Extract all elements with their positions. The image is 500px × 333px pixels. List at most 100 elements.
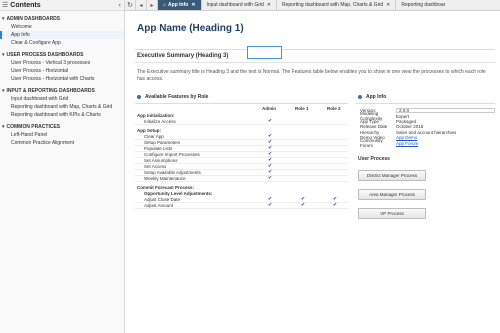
check-icon: ✔ [301,202,306,208]
app-info-panel-title: App Info [366,94,387,100]
divider [135,62,495,63]
app-info-row: Modeling Complexity Expert [356,111,495,121]
app-info-value: Packaged [396,118,417,124]
column-header-role-2: Role 2 [327,106,341,111]
tab-label: Reporting dashboar [401,2,446,8]
collapse-bullet-icon[interactable] [358,95,362,99]
tab-reporting-kpi[interactable]: Reporting dashboar [396,0,450,10]
divider [356,103,495,104]
sidebar-section-header[interactable]: ▾ COMMON PRACTICES [0,123,124,131]
close-icon[interactable]: ✕ [191,2,195,8]
tab-reporting-map[interactable]: Reporting dashboard with Map, Charts & G… [277,0,397,10]
executive-summary-text: The Executive summary title is Heading 3… [137,69,486,82]
app-info-key: Hierarchy [360,129,380,135]
sidebar-item[interactable]: Input dashboard with Grid [0,95,124,103]
sidebar-item[interactable]: App Info [0,31,124,39]
app-info-value: October 2015 [396,124,424,130]
sidebar-section-header[interactable]: ▾ ADMIN DASHBOARDS [0,15,124,23]
sidebar-section-header[interactable]: ▾ USER PROCESS DASHBOARDS [0,51,124,59]
column-header-admin: Admin [262,106,276,111]
feature-label: Configure Import Processes [144,152,200,157]
user-process-button[interactable]: Area Manager Process [358,188,426,200]
app-info-row: Hierarchy Sales and account hierarchies [356,130,495,135]
features-panel-title: Available Features by Role [145,94,209,100]
main-content: App Name (Heading 1) Executive Summary (… [125,11,500,333]
check-icon: ✔ [268,202,273,208]
check-icon: ✔ [268,175,273,181]
app-info-panel: App Info Version: 2.0.0 Modeling Complexit… [356,93,495,219]
app-info-row: Community Forum App Forum [356,138,495,148]
collapse-chevron-icon[interactable]: ‹ [119,2,121,9]
sidebar-section-title: ADMIN DASHBOARDS [6,16,61,22]
sidebar-item[interactable]: Reporting dashboard with KPIs & Charts [0,111,124,119]
app-info-key: App Type [360,118,379,124]
feature-label: Clear App [144,134,164,139]
sidebar-item[interactable]: User Process - Horizontal [0,67,124,75]
tab-label: Reporting dashboard with Map, Charts & G… [281,2,384,8]
feature-label: Populate Lists [144,146,173,151]
sidebar-item[interactable]: Welcome [0,23,124,31]
user-process-button[interactable]: VP Process [358,207,426,219]
feature-row: Weekly Maintenance ✔ [135,175,348,182]
chevron-down-icon: ▾ [2,88,5,94]
feature-label: Initialize Access [144,119,176,124]
features-panel: Available Features by Role Admin Role 1 … [135,93,348,209]
feature-row: Initialize Access ✔ [135,118,348,125]
refresh-icon[interactable]: ↻ [125,0,136,10]
app-info-row: App Type Packaged [356,119,495,124]
sidebar-item[interactable]: Reporting dashboard with Map, Charts & G… [0,103,124,111]
sidebar-section: ▾ COMMON PRACTICES Left-Hand Panel Common P… [0,123,124,147]
feature-label: Opportunity Level Adjustments: [144,191,213,196]
sidebar: ☰ Contents ‹ ▾ ADMIN DASHBOARDS Welcome App… [0,0,125,333]
admin-cell-input[interactable] [247,46,282,59]
app-info-key: Release Date [360,124,388,130]
back-icon[interactable]: ◂ [136,0,147,10]
chevron-down-icon: ▾ [2,16,5,22]
tab-label: App Info [168,2,189,8]
sidebar-sections: ▾ ADMIN DASHBOARDS Welcome App Info Clear & … [0,15,124,147]
feature-label: Setup Available Adjustments [144,170,201,175]
forward-icon[interactable]: ▸ [147,0,158,10]
check-icon: ✔ [333,202,338,208]
feature-label: App Setup: [137,128,161,133]
feature-label: Commit Forecast Process: [137,185,195,190]
app-info-link[interactable]: App Demo [396,135,495,140]
page-title: App Name (Heading 1) [137,23,244,34]
user-process-button[interactable]: District Manager Process [358,169,426,181]
tab-app-info[interactable]: ⌂ App Info ✕ [158,0,202,10]
app-info-row: Release Date October 2015 [356,124,495,129]
sidebar-item[interactable]: Left-Hand Panel [0,131,124,139]
executive-summary-title: Executive Summary (Heading 3) [137,53,229,59]
sidebar-section: ▾ ADMIN DASHBOARDS Welcome App Info Clear & … [0,15,124,47]
divider [135,49,495,50]
menu-icon[interactable]: ☰ [2,1,8,9]
app-info-link[interactable]: App Forum [396,141,495,146]
close-icon[interactable]: ✕ [386,2,390,8]
user-process-title: User Process [358,155,390,162]
app-info-panel-header: App Info [356,93,495,101]
collapse-bullet-icon[interactable] [137,95,141,99]
tab-input-dashboard[interactable]: Input dashboard with Grid ✕ [202,0,277,10]
version-field[interactable]: 2.0.0 [396,108,495,114]
sidebar-item[interactable]: Clear & Configure App [0,39,124,47]
app-info-value: Expert [396,113,410,119]
feature-row: Adjust Amount ✔ ✔ ✔ [135,202,348,209]
feature-label: Weekly Maintenance [144,176,186,181]
sidebar-item[interactable]: Common Practice Alignment [0,139,124,147]
features-panel-header: Available Features by Role [135,93,348,101]
sidebar-item[interactable]: User Process - Horizontal with Charts [0,75,124,83]
sidebar-title: Contents [10,1,41,9]
feature-label: Setup Parameters [144,140,181,145]
sidebar-section: ▾ INPUT & REPORTING DASHBOARDS Input dashb… [0,87,124,119]
feature-label: Set Assumptions [144,158,178,163]
sidebar-section-title: INPUT & REPORTING DASHBOARDS [6,88,95,94]
sidebar-section-title: USER PROCESS DASHBOARDS [6,52,84,58]
sidebar-item[interactable]: User Process - Vertical 3 processes [0,59,124,67]
app-info-table: Version: 2.0.0 Modeling Complexity Expert Ap… [356,108,495,148]
feature-label: Adjust Close Date [144,197,181,202]
feature-label: Set Access [144,164,167,169]
close-icon[interactable]: ✕ [267,2,271,8]
sidebar-section-header[interactable]: ▾ INPUT & REPORTING DASHBOARDS [0,87,124,95]
app-info-value: Sales and account hierarchies [396,129,457,135]
check-icon: ✔ [268,118,273,124]
